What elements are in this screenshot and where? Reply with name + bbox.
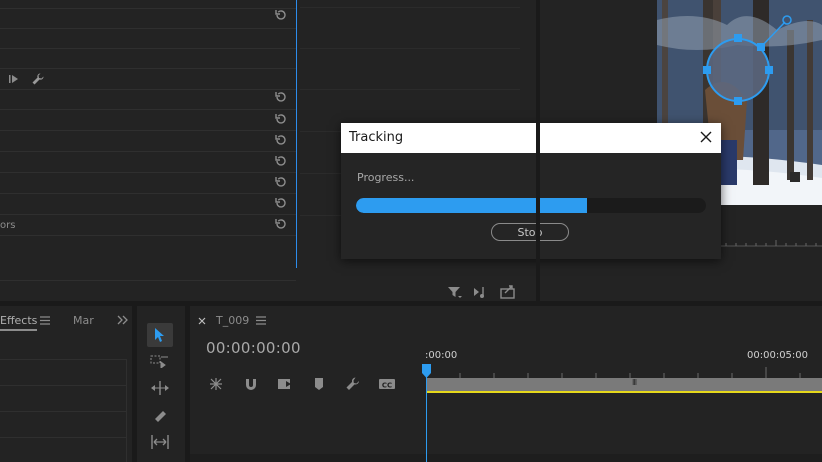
playhead-line[interactable] [426, 372, 427, 462]
double-chevron-icon[interactable] [117, 315, 129, 325]
reset-icon[interactable] [274, 196, 288, 210]
reset-icon[interactable] [274, 90, 288, 104]
property-row [0, 48, 296, 69]
property-row [0, 28, 296, 49]
marker-icon[interactable] [311, 376, 327, 392]
close-icon[interactable] [699, 130, 713, 144]
reset-icon[interactable] [274, 133, 288, 147]
divider [300, 48, 520, 49]
property-row [0, 89, 296, 110]
close-icon[interactable] [198, 317, 206, 325]
progress-label: Progress... [357, 171, 415, 184]
ruler-mark-label: 00:00:05:00 [747, 350, 809, 361]
panel-gap [536, 0, 540, 301]
wrench-icon[interactable] [31, 72, 45, 86]
property-row [0, 110, 296, 131]
property-row [0, 8, 296, 29]
razor-tool-icon[interactable] [152, 408, 168, 424]
slip-tool-icon[interactable] [150, 435, 170, 449]
reset-icon[interactable] [274, 175, 288, 189]
property-label: ors [0, 220, 16, 231]
reset-icon[interactable] [274, 217, 288, 231]
reset-icon[interactable] [274, 154, 288, 168]
dialog-titlebar[interactable]: Tracking [341, 123, 721, 153]
reset-icon[interactable] [274, 8, 288, 22]
monitor-ruler[interactable] [720, 237, 822, 251]
tab-markers[interactable]: Mar [73, 314, 94, 327]
hamburger-icon[interactable] [40, 316, 50, 325]
captions-icon[interactable]: CC [378, 376, 396, 392]
track-select-tool-icon[interactable] [150, 354, 170, 368]
hamburger-icon[interactable] [256, 316, 266, 325]
divider [0, 280, 296, 281]
divider [300, 89, 520, 90]
insert-icon[interactable] [473, 285, 489, 299]
snap-icon[interactable] [243, 376, 259, 392]
ripple-edit-tool-icon[interactable] [150, 381, 170, 395]
property-row [0, 194, 296, 215]
playhead-timecode[interactable]: 00:00:00:00 [206, 339, 301, 357]
tracking-dialog: Tracking Progress... Stop [341, 123, 721, 259]
work-area-line [427, 391, 822, 393]
ruler-start-label: :00:00 [425, 350, 458, 361]
linked-selection-icon[interactable] [277, 376, 293, 392]
nest-icon[interactable] [208, 376, 224, 392]
stop-button[interactable]: Stop [491, 223, 569, 241]
tools-panel [137, 306, 185, 462]
effects-panel: Effects Mar [0, 306, 132, 462]
reset-icon[interactable] [274, 112, 288, 126]
tab-effects[interactable]: Effects [0, 314, 38, 331]
divider [0, 437, 126, 438]
panel-divider[interactable] [296, 0, 297, 268]
property-row: ors [0, 215, 296, 236]
work-area-grip: III [632, 378, 637, 387]
property-row [0, 173, 296, 194]
property-row [0, 152, 296, 173]
property-row [0, 131, 296, 152]
progress-bar [356, 198, 706, 213]
time-ruler[interactable] [426, 365, 822, 378]
selection-tool-button[interactable] [147, 323, 173, 347]
selection-tool-icon [155, 328, 164, 342]
tab-sequence[interactable]: T_009 [216, 314, 249, 327]
track-area [190, 454, 822, 462]
divider [0, 359, 126, 360]
mask-toolbar-row [0, 69, 296, 90]
export-frame-icon[interactable] [500, 284, 516, 299]
divider [0, 411, 126, 412]
filter-export-icon[interactable] [447, 285, 463, 299]
divider [126, 359, 127, 462]
progress-fill [356, 198, 587, 213]
divider [0, 385, 126, 386]
dialog-title: Tracking [349, 130, 404, 145]
play-to-icon[interactable] [8, 73, 20, 85]
work-area-bar[interactable]: III [427, 378, 822, 391]
divider [300, 7, 520, 8]
wrench-icon[interactable] [345, 376, 361, 392]
panel-gap [0, 301, 822, 306]
svg-text:CC: CC [382, 382, 392, 390]
